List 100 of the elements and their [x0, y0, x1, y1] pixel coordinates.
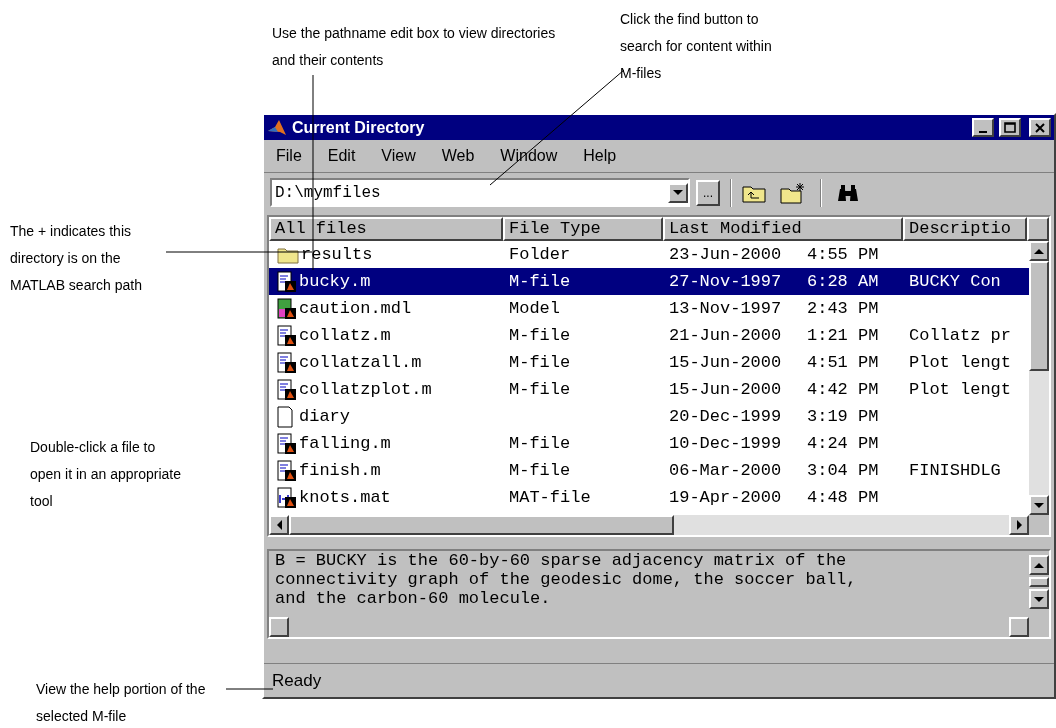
file-type: MAT-file [508, 486, 592, 509]
file-type: Folder [508, 243, 572, 266]
file-name: finish.m [299, 459, 381, 482]
modified-date: 19-Apr-2000 [668, 486, 783, 509]
scroll-thumb[interactable] [1029, 261, 1049, 371]
file-row[interactable]: results Folder 23-Jun-2000 4:55 PM [269, 241, 1029, 268]
arrow-icon [673, 190, 683, 195]
horizontal-scrollbar[interactable] [269, 515, 1049, 535]
m-file-icon [277, 324, 297, 347]
file-row[interactable]: finish.m M-file 06-Mar-2000 3:04 PM FINISHDLG [269, 457, 1029, 484]
column-header[interactable]: Last Modified [663, 217, 903, 241]
modified-time: 1:21 PM [806, 324, 880, 347]
m-file-icon [277, 432, 297, 455]
file-name: falling.m [299, 432, 391, 455]
maximize-icon [1004, 122, 1016, 133]
vertical-scrollbar[interactable] [1029, 241, 1049, 515]
column-header[interactable]: All files [269, 217, 503, 241]
modified-date: 23-Jun-2000 [668, 243, 783, 266]
modified-time: 2:43 PM [806, 297, 880, 320]
file-row[interactable]: collatzplot.m M-file 15-Jun-2000 4:42 PM Plot lengt [269, 376, 1029, 403]
m-file-icon [277, 270, 297, 293]
help-text: B = BUCKY is the 60-by-60 sparse adjacency matrix of the connectivity graph of the geodesic dome, the soccer ball, and the carbon-60 molecule. [274, 551, 858, 610]
file-name: collatzplot.m [299, 378, 432, 401]
callout-text: Double-click a file to open it in an appropriate tool [30, 438, 182, 511]
menu-item[interactable]: File [276, 144, 302, 168]
modified-time: 4:48 PM [806, 486, 880, 509]
scroll-thumb[interactable] [1029, 577, 1049, 587]
mat-file-icon [277, 486, 297, 509]
m-file-icon [277, 351, 297, 374]
modified-time: 6:28 AM [806, 270, 880, 293]
status-text: Ready [272, 669, 322, 692]
file-type: M-file [508, 351, 572, 374]
modified-date: 15-Jun-2000 [668, 351, 783, 374]
menu-item[interactable]: Help [583, 144, 617, 168]
file-description: Plot lengt [908, 378, 1012, 401]
file-description: Collatz pr [908, 324, 1012, 347]
minimize-icon [979, 130, 987, 133]
binoculars-icon[interactable] [836, 182, 860, 203]
maximize-button[interactable] [999, 118, 1021, 137]
file-name: caution.mdl [299, 297, 412, 320]
model-file-icon [277, 297, 297, 320]
file-row[interactable]: knots.mat MAT-file 19-Apr-2000 4:48 PM [269, 484, 1029, 511]
modified-date: 15-Jun-2000 [668, 378, 783, 401]
modified-time: 4:42 PM [806, 378, 880, 401]
file-row[interactable]: caution.mdl Model 13-Nov-1997 2:43 PM [269, 295, 1029, 322]
callout-text: The + indicates this directory is on the MATLAB search path [10, 222, 144, 295]
leader-line [225, 688, 274, 690]
scroll-thumb[interactable] [289, 515, 674, 535]
file-name: collatz.m [299, 324, 391, 347]
close-button[interactable] [1029, 118, 1051, 137]
file-row[interactable]: falling.m M-file 10-Dec-1999 4:24 PM [269, 430, 1029, 457]
scroll-up-button[interactable] [1029, 241, 1049, 261]
file-type: M-file [508, 378, 572, 401]
arrow-icon [276, 520, 282, 530]
m-file-icon [277, 459, 297, 482]
file-row[interactable]: diary 20-Dec-1999 3:19 PM [269, 403, 1029, 430]
scroll-down-button[interactable] [1029, 589, 1049, 609]
column-header[interactable]: File Type [503, 217, 663, 241]
new-folder-icon[interactable] [780, 181, 806, 204]
arrow-icon [1034, 596, 1044, 602]
modified-time: 3:04 PM [806, 459, 880, 482]
pathname-field[interactable]: D:\mymfiles [270, 178, 690, 207]
scroll-down-button[interactable] [1029, 495, 1049, 515]
scroll-up-button[interactable] [1029, 555, 1049, 575]
modified-time: 4:51 PM [806, 351, 880, 374]
modified-date: 27-Nov-1997 [668, 270, 783, 293]
modified-time: 4:24 PM [806, 432, 880, 455]
dropdown-button[interactable] [668, 182, 688, 203]
scroll-right-button[interactable] [1009, 515, 1029, 535]
column-header[interactable]: Descriptio [903, 217, 1027, 241]
file-type: M-file [508, 432, 572, 455]
arrow-icon [1016, 520, 1022, 530]
file-name: bucky.m [299, 270, 371, 293]
close-icon [1035, 122, 1045, 133]
scroll-right-button[interactable] [1009, 617, 1029, 637]
file-type: Model [508, 297, 561, 320]
file-row[interactable]: collatz.m M-file 21-Jun-2000 1:21 PM Collatz pr [269, 322, 1029, 349]
modified-date: 13-Nov-1997 [668, 297, 783, 320]
scrollbar-corner [1029, 515, 1049, 535]
menu-item[interactable]: View [381, 144, 416, 168]
scroll-left-button[interactable] [269, 515, 289, 535]
horizontal-scrollbar[interactable] [269, 617, 1029, 637]
file-row[interactable]: collatzall.m M-file 15-Jun-2000 4:51 PM Plot lengt [269, 349, 1029, 376]
minimize-button[interactable] [972, 118, 994, 137]
modified-date: 10-Dec-1999 [668, 432, 783, 455]
menu-item[interactable]: Web [441, 144, 475, 168]
modified-time: 4:55 PM [806, 243, 880, 266]
file-description: FINISHDLG [908, 459, 1001, 482]
modified-date: 20-Dec-1999 [668, 405, 783, 428]
file-description: BUCKY Con [908, 270, 1001, 293]
window-title: Current Directory [292, 117, 426, 138]
file-row[interactable]: bucky.m M-file 27-Nov-1997 6:28 AM BUCKY Con [269, 268, 1029, 295]
arrow-icon [1034, 562, 1044, 568]
scroll-left-button[interactable] [269, 617, 289, 637]
modified-date: 06-Mar-2000 [668, 459, 783, 482]
file-type: M-file [508, 324, 572, 347]
app-logo-icon [267, 118, 287, 137]
modified-time: 3:19 PM [806, 405, 880, 428]
browse-button[interactable]: ... [696, 179, 720, 206]
menu-item[interactable]: Edit [327, 144, 356, 168]
